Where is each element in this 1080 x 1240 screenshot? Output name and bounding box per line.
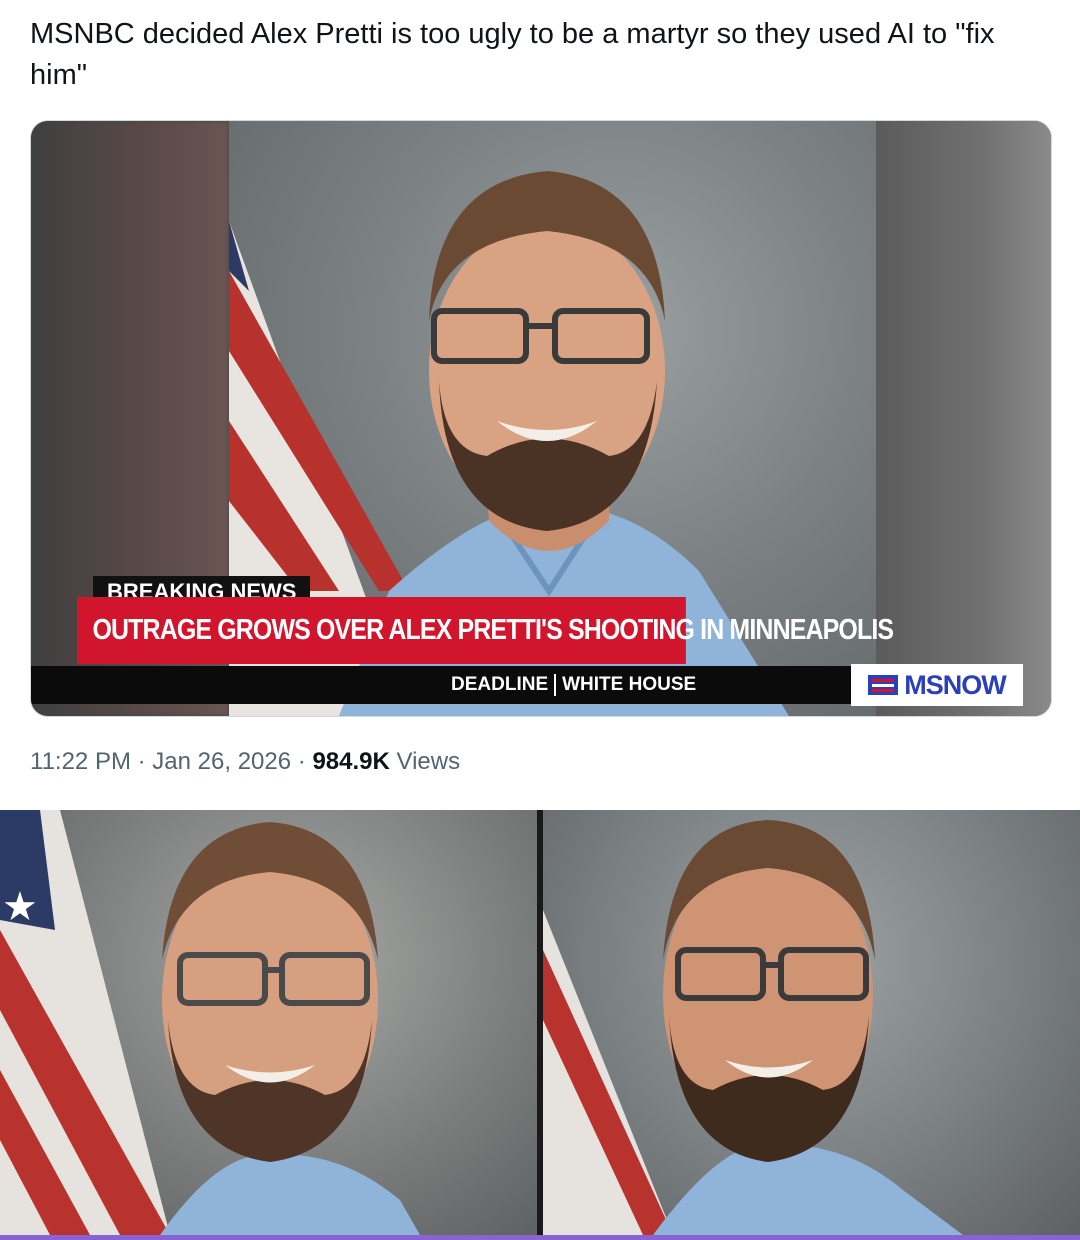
ticker-text: DEADLINE WHITE HOUSE [451, 666, 696, 704]
american-flag [543, 910, 673, 1235]
comparison-images: ★ [0, 810, 1080, 1235]
ticker-white-house: WHITE HOUSE [562, 674, 697, 695]
tweet-media-image[interactable]: BREAKING NEWS OUTRAGE GROWS OVER ALEX PR… [30, 120, 1052, 717]
network-name: MSNOW [904, 669, 1006, 700]
bottom-accent-bar [0, 1235, 1080, 1240]
views-count[interactable]: 984.9K [312, 748, 389, 775]
network-logo: MSNOW [851, 664, 1023, 706]
tweet-metadata: 11:22 PM · Jan 26, 2026 · 984.9K Views [30, 748, 460, 776]
comparison-photo-right [543, 810, 1080, 1235]
news-ticker: DEADLINE WHITE HOUSE [31, 666, 851, 704]
ticker-deadline: DEADLINE [451, 674, 549, 695]
news-chyron: BREAKING NEWS OUTRAGE GROWS OVER ALEX PR… [31, 121, 1051, 716]
ticker-divider [554, 673, 557, 696]
tweet-text: MSNBC decided Alex Pretti is too ugly to… [30, 18, 995, 91]
comparison-photo-left: ★ [0, 810, 537, 1235]
tweet-time[interactable]: 11:22 PM [30, 748, 131, 775]
meta-separator: · [137, 748, 146, 775]
meta-separator: · [297, 748, 306, 775]
news-headline: OUTRAGE GROWS OVER ALEX PRETTI'S SHOOTIN… [77, 597, 894, 664]
tweet-date[interactable]: Jan 26, 2026 [152, 748, 291, 775]
flag-logo-icon [868, 675, 899, 695]
views-label: Views [396, 748, 461, 775]
svg-text:★: ★ [2, 884, 38, 930]
american-flag: ★ [0, 810, 170, 1235]
